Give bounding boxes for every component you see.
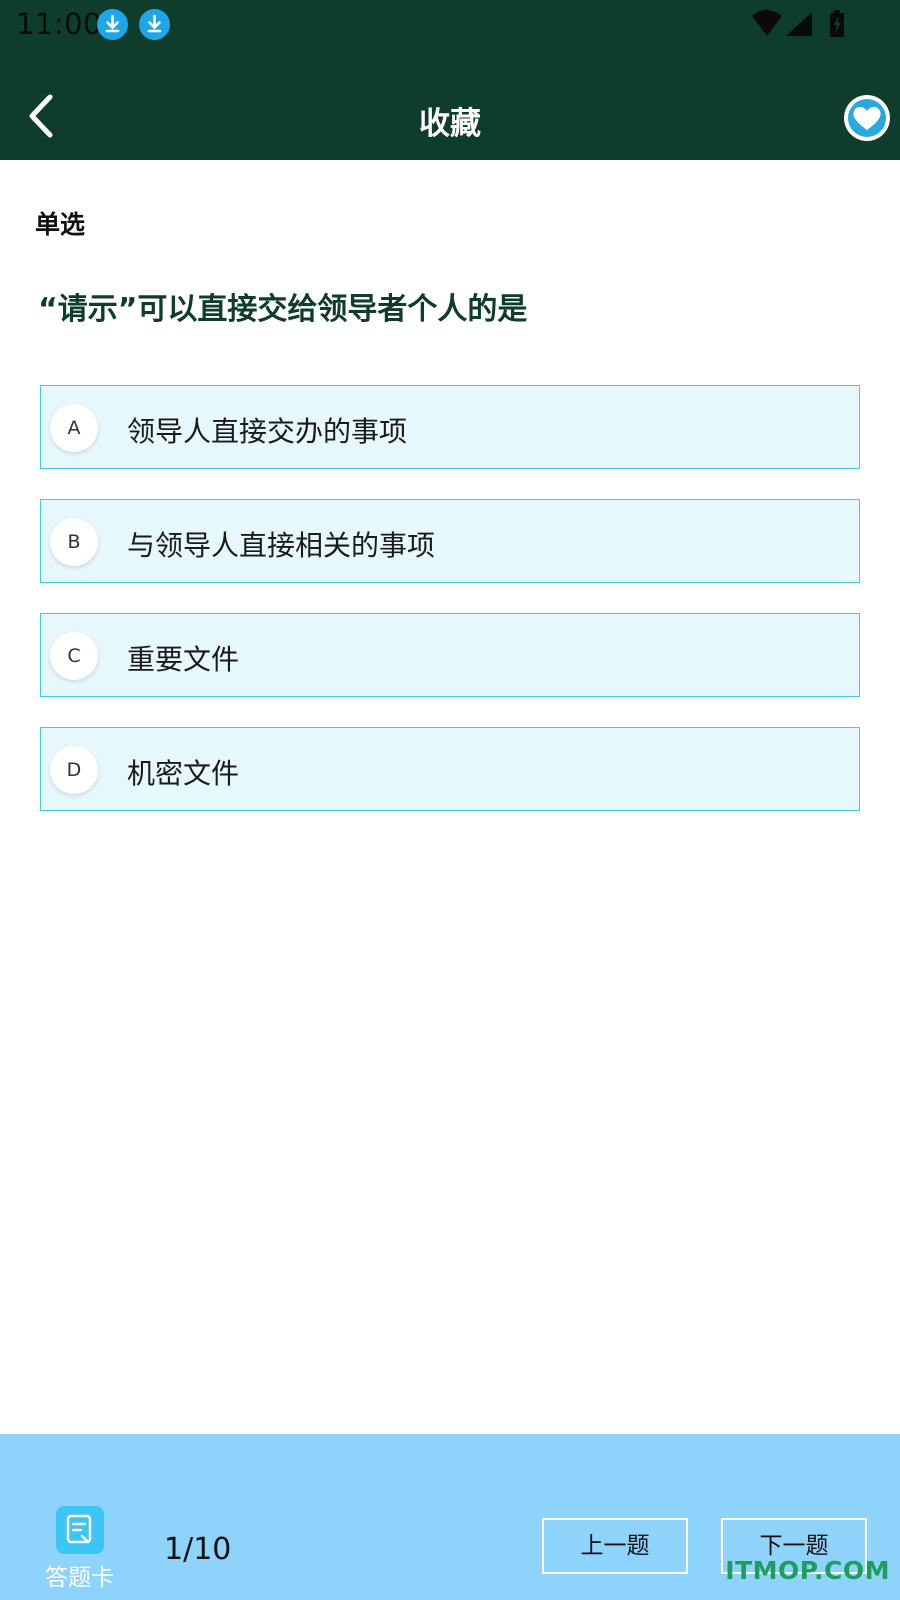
- watermark: ITMOP.COM: [725, 1556, 890, 1585]
- option-letter: B: [50, 518, 98, 566]
- option-letter: D: [50, 746, 98, 794]
- battery-icon: [830, 10, 844, 37]
- answer-card-button[interactable]: 答题卡: [40, 1506, 124, 1596]
- answer-sheet-icon: [56, 1506, 104, 1554]
- favorite-heart-icon[interactable]: [844, 95, 890, 141]
- system-status-icons: [752, 10, 844, 37]
- previous-question-button[interactable]: 上一题: [542, 1518, 688, 1574]
- option-d[interactable]: D 机密文件: [40, 727, 860, 811]
- page-title: 收藏: [419, 106, 481, 142]
- signal-icon: [786, 12, 812, 36]
- download-icon: [139, 9, 170, 40]
- question-text: “请示”可以直接交给领导者个人的是: [38, 292, 528, 327]
- status-time: 11:00: [16, 7, 103, 41]
- download-icon: [97, 9, 128, 40]
- app-header: 收藏: [0, 60, 900, 160]
- option-text: 领导人直接交办的事项: [127, 415, 408, 448]
- option-text: 重要文件: [127, 643, 240, 676]
- option-text: 与领导人直接相关的事项: [127, 529, 436, 562]
- option-b[interactable]: B 与领导人直接相关的事项: [40, 499, 860, 583]
- status-bar: 11:00: [0, 0, 900, 60]
- option-c[interactable]: C 重要文件: [40, 613, 860, 697]
- option-text: 机密文件: [127, 757, 240, 790]
- option-letter: A: [50, 404, 98, 452]
- question-type-label: 单选: [35, 210, 86, 239]
- option-letter: C: [50, 632, 98, 680]
- option-a[interactable]: A 领导人直接交办的事项: [40, 385, 860, 469]
- answer-card-label: 答题卡: [45, 1565, 114, 1591]
- question-progress: 1/10: [164, 1532, 232, 1567]
- wifi-icon: [752, 10, 782, 36]
